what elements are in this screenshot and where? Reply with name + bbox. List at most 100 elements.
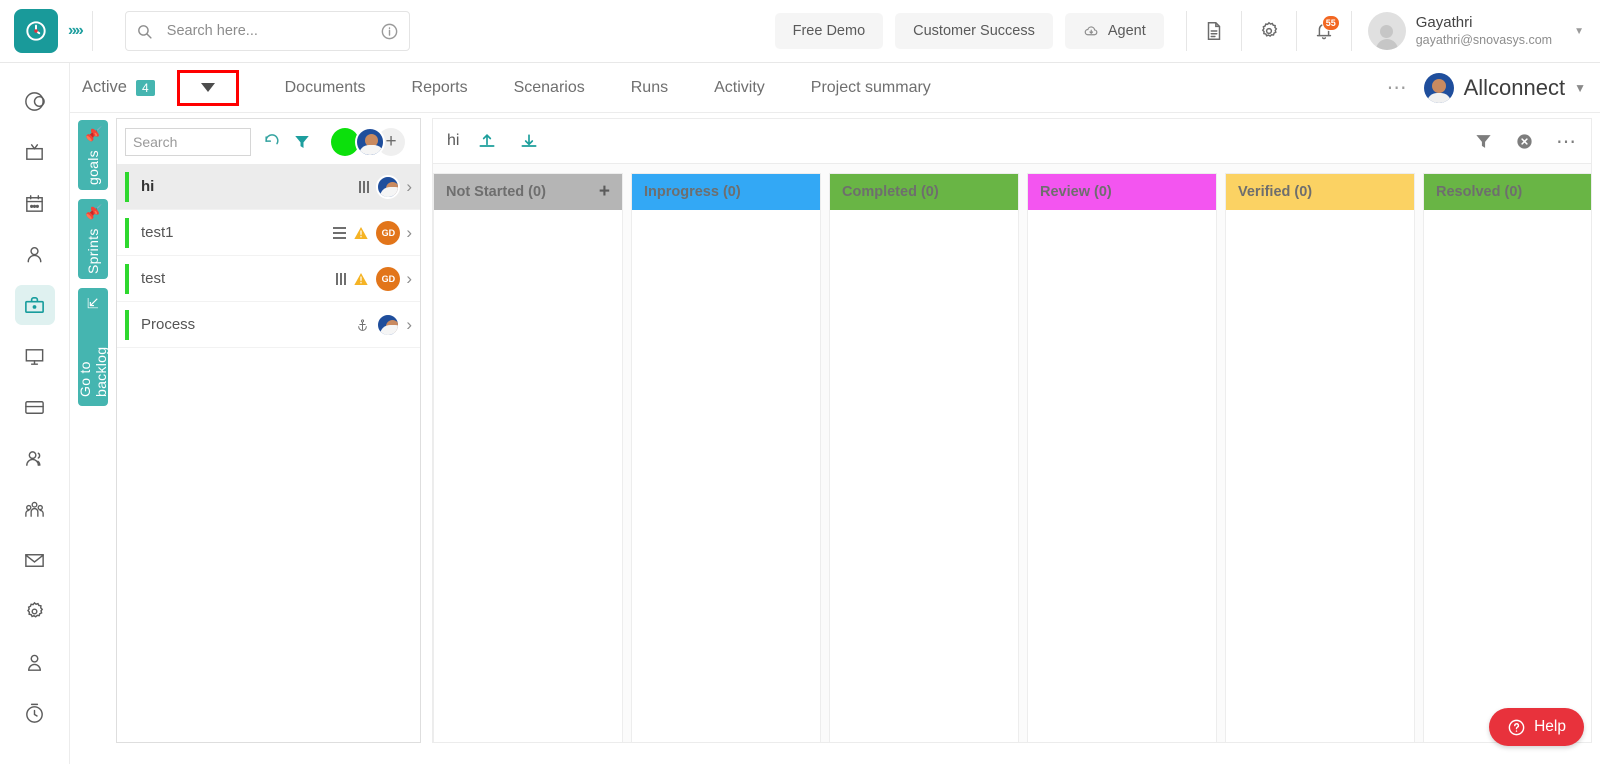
vtab-sprints[interactable]: Sprints 📌 bbox=[78, 199, 108, 279]
download-icon[interactable] bbox=[519, 131, 539, 151]
sidebar-item-mail[interactable] bbox=[15, 540, 55, 580]
chevron-right-icon[interactable]: › bbox=[406, 315, 412, 335]
sidebar-item-calendar[interactable] bbox=[15, 183, 55, 223]
assignee-avatar[interactable] bbox=[376, 313, 400, 337]
project-chevron-down-icon[interactable]: ▼ bbox=[1574, 81, 1586, 95]
row-status-bar bbox=[125, 264, 129, 294]
vtab-backlog-label: Go to backlog bbox=[77, 316, 109, 397]
search-bar[interactable] bbox=[125, 11, 410, 51]
sidebar-item-monitor[interactable] bbox=[15, 336, 55, 376]
column-verified: Verified (0) bbox=[1225, 173, 1415, 742]
list-item-label: test1 bbox=[141, 224, 333, 241]
column-header: Review (0) bbox=[1028, 174, 1216, 210]
filter-icon[interactable] bbox=[293, 133, 311, 151]
document-icon[interactable] bbox=[1197, 14, 1231, 48]
assignee-avatar[interactable]: GD bbox=[376, 221, 400, 245]
kanban-board: hi ⋯ bbox=[432, 118, 1592, 743]
free-demo-button[interactable]: Free Demo bbox=[775, 13, 884, 49]
sidebar-item-billing[interactable] bbox=[15, 387, 55, 427]
clear-circle-icon[interactable] bbox=[1515, 132, 1534, 151]
tab-project-summary[interactable]: Project summary bbox=[811, 79, 931, 97]
sidebar-item-dashboard[interactable] bbox=[15, 81, 55, 121]
cloud-download-icon bbox=[1083, 22, 1101, 40]
sidebar-item-account[interactable] bbox=[15, 642, 55, 682]
vertical-tabs: goals 📌 Sprints 📌 Go to backlog ⇱ bbox=[78, 120, 108, 415]
column-not-started: Not Started (0) + bbox=[433, 173, 623, 742]
list-item[interactable]: Process › bbox=[117, 302, 420, 348]
header-divider-2 bbox=[1186, 11, 1187, 51]
priority-icon bbox=[336, 273, 346, 285]
refresh-icon[interactable] bbox=[262, 132, 282, 152]
plus-icon[interactable]: + bbox=[599, 181, 610, 203]
chevron-right-icon[interactable]: › bbox=[406, 223, 412, 243]
customer-success-button[interactable]: Customer Success bbox=[895, 13, 1053, 49]
vtab-goals-label: goals bbox=[85, 150, 101, 185]
chevron-right-icon[interactable]: › bbox=[406, 177, 412, 197]
column-header: Inprogress (0) bbox=[632, 174, 820, 210]
row-status-bar bbox=[125, 172, 129, 202]
tab-documents[interactable]: Documents bbox=[285, 79, 366, 97]
board-filter-icon[interactable] bbox=[1474, 132, 1493, 151]
column-resolved: Resolved (0) bbox=[1423, 173, 1591, 742]
sidebar-item-timer[interactable] bbox=[15, 693, 55, 733]
list-item[interactable]: hi › bbox=[117, 164, 420, 210]
sidebar-item-board[interactable] bbox=[15, 132, 55, 172]
arrow-up-icon: ⇱ bbox=[85, 297, 101, 309]
board-title: hi bbox=[447, 132, 459, 150]
column-header: Not Started (0) + bbox=[434, 174, 622, 210]
list-item[interactable]: test GD › bbox=[117, 256, 420, 302]
more-dots-icon[interactable]: ⋯ bbox=[1387, 75, 1408, 100]
tab-active[interactable]: Active bbox=[82, 78, 127, 97]
agent-button[interactable]: Agent bbox=[1065, 13, 1164, 49]
clock-logo-icon[interactable] bbox=[14, 9, 58, 53]
gear-icon[interactable] bbox=[1252, 14, 1286, 48]
info-icon[interactable] bbox=[380, 22, 399, 41]
column-body[interactable] bbox=[1226, 210, 1414, 742]
tab-runs[interactable]: Runs bbox=[631, 79, 668, 97]
upload-icon[interactable] bbox=[477, 131, 497, 151]
tab-bar: Active 4 Documents Reports Scenarios Run… bbox=[70, 63, 1600, 113]
active-count-badge: 4 bbox=[136, 80, 155, 96]
column-completed: Completed (0) bbox=[829, 173, 1019, 742]
sidebar-item-projects[interactable] bbox=[15, 285, 55, 325]
sidebar-item-profile[interactable] bbox=[15, 234, 55, 274]
sidebar-item-users[interactable] bbox=[15, 438, 55, 478]
expand-chevrons-icon[interactable]: »» bbox=[68, 22, 82, 40]
item-list-panel: + hi › test1 GD › test bbox=[116, 118, 421, 743]
pin-icon: 📌 bbox=[85, 125, 101, 142]
list-search-input[interactable] bbox=[125, 128, 251, 156]
project-name[interactable]: Allconnect bbox=[1464, 75, 1566, 101]
warning-icon bbox=[353, 271, 369, 287]
user-menu-chevron-down-icon[interactable]: ▼ bbox=[1574, 26, 1584, 37]
bell-icon[interactable]: 55 bbox=[1307, 14, 1341, 48]
sidebar-item-settings[interactable] bbox=[15, 591, 55, 631]
tab-activity[interactable]: Activity bbox=[714, 79, 765, 97]
column-label: Review (0) bbox=[1040, 184, 1112, 200]
user-info: Gayathri gayathri@snovasys.com bbox=[1416, 14, 1552, 48]
list-item[interactable]: test1 GD › bbox=[117, 210, 420, 256]
column-body[interactable] bbox=[830, 210, 1018, 742]
help-label: Help bbox=[1534, 718, 1566, 736]
tab-scenarios[interactable]: Scenarios bbox=[514, 79, 585, 97]
assignee-avatar[interactable] bbox=[376, 175, 400, 199]
column-body[interactable] bbox=[434, 210, 622, 742]
help-button[interactable]: Help bbox=[1489, 708, 1584, 746]
user-avatar[interactable] bbox=[1368, 12, 1406, 50]
row-status-bar bbox=[125, 218, 129, 248]
question-circle-icon bbox=[1507, 718, 1526, 737]
column-body[interactable] bbox=[1028, 210, 1216, 742]
sidebar-item-teams[interactable] bbox=[15, 489, 55, 529]
vtab-goals[interactable]: goals 📌 bbox=[78, 120, 108, 190]
vtab-backlog[interactable]: Go to backlog ⇱ bbox=[78, 288, 108, 406]
board-more-dots-icon[interactable]: ⋯ bbox=[1556, 129, 1577, 154]
chevron-right-icon[interactable]: › bbox=[406, 269, 412, 289]
column-body[interactable] bbox=[1424, 210, 1591, 742]
column-body[interactable] bbox=[632, 210, 820, 742]
tab-reports[interactable]: Reports bbox=[412, 79, 468, 97]
header-divider bbox=[92, 11, 93, 51]
assignee-avatar[interactable]: GD bbox=[376, 267, 400, 291]
active-dropdown-button[interactable] bbox=[177, 70, 239, 106]
warning-icon bbox=[353, 225, 369, 241]
search-input[interactable] bbox=[153, 23, 380, 39]
assignee-avatar[interactable] bbox=[355, 127, 385, 157]
